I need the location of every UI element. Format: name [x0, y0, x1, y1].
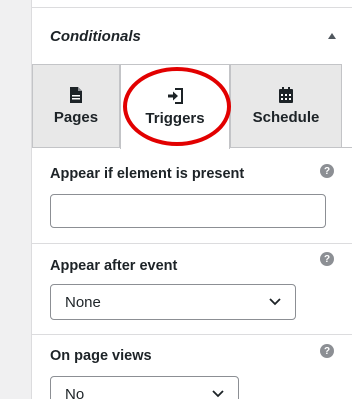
help-icon[interactable]: ? [320, 164, 334, 178]
help-icon[interactable]: ? [320, 344, 334, 358]
tabs-baseline [342, 64, 352, 148]
calendar-icon [279, 86, 293, 103]
panel-top-border [32, 0, 352, 8]
panel-title: Conditionals [50, 27, 141, 45]
collapse-arrow-icon[interactable] [328, 33, 336, 39]
divider [32, 243, 352, 244]
conditionals-panel: Conditionals Pages Triggers Schedule App… [31, 0, 352, 399]
tab-triggers-label: Triggers [145, 109, 205, 127]
document-icon [70, 86, 82, 103]
conditionals-header[interactable]: Conditionals [32, 8, 352, 64]
divider [32, 334, 352, 335]
after-event-label: Appear after event [50, 258, 178, 274]
tab-pages-label: Pages [53, 108, 99, 126]
help-icon[interactable]: ? [320, 252, 334, 266]
element-present-label: Appear if element is present [50, 166, 245, 182]
chevron-down-icon [212, 390, 224, 398]
page-views-value: No [65, 385, 85, 399]
chevron-down-icon [269, 298, 281, 306]
sign-in-icon [168, 87, 183, 104]
tab-pages[interactable]: Pages [32, 64, 120, 148]
tab-schedule[interactable]: Schedule [230, 64, 342, 148]
page-views-select[interactable]: No [50, 376, 239, 399]
tab-schedule-label: Schedule [252, 108, 320, 126]
page-views-label: On page views [50, 348, 152, 364]
after-event-value: None [65, 293, 101, 311]
conditionals-tabs: Pages Triggers Schedule [32, 64, 352, 149]
element-present-input[interactable] [50, 194, 326, 228]
after-event-select[interactable]: None [50, 284, 296, 320]
tab-triggers[interactable]: Triggers [120, 64, 230, 149]
